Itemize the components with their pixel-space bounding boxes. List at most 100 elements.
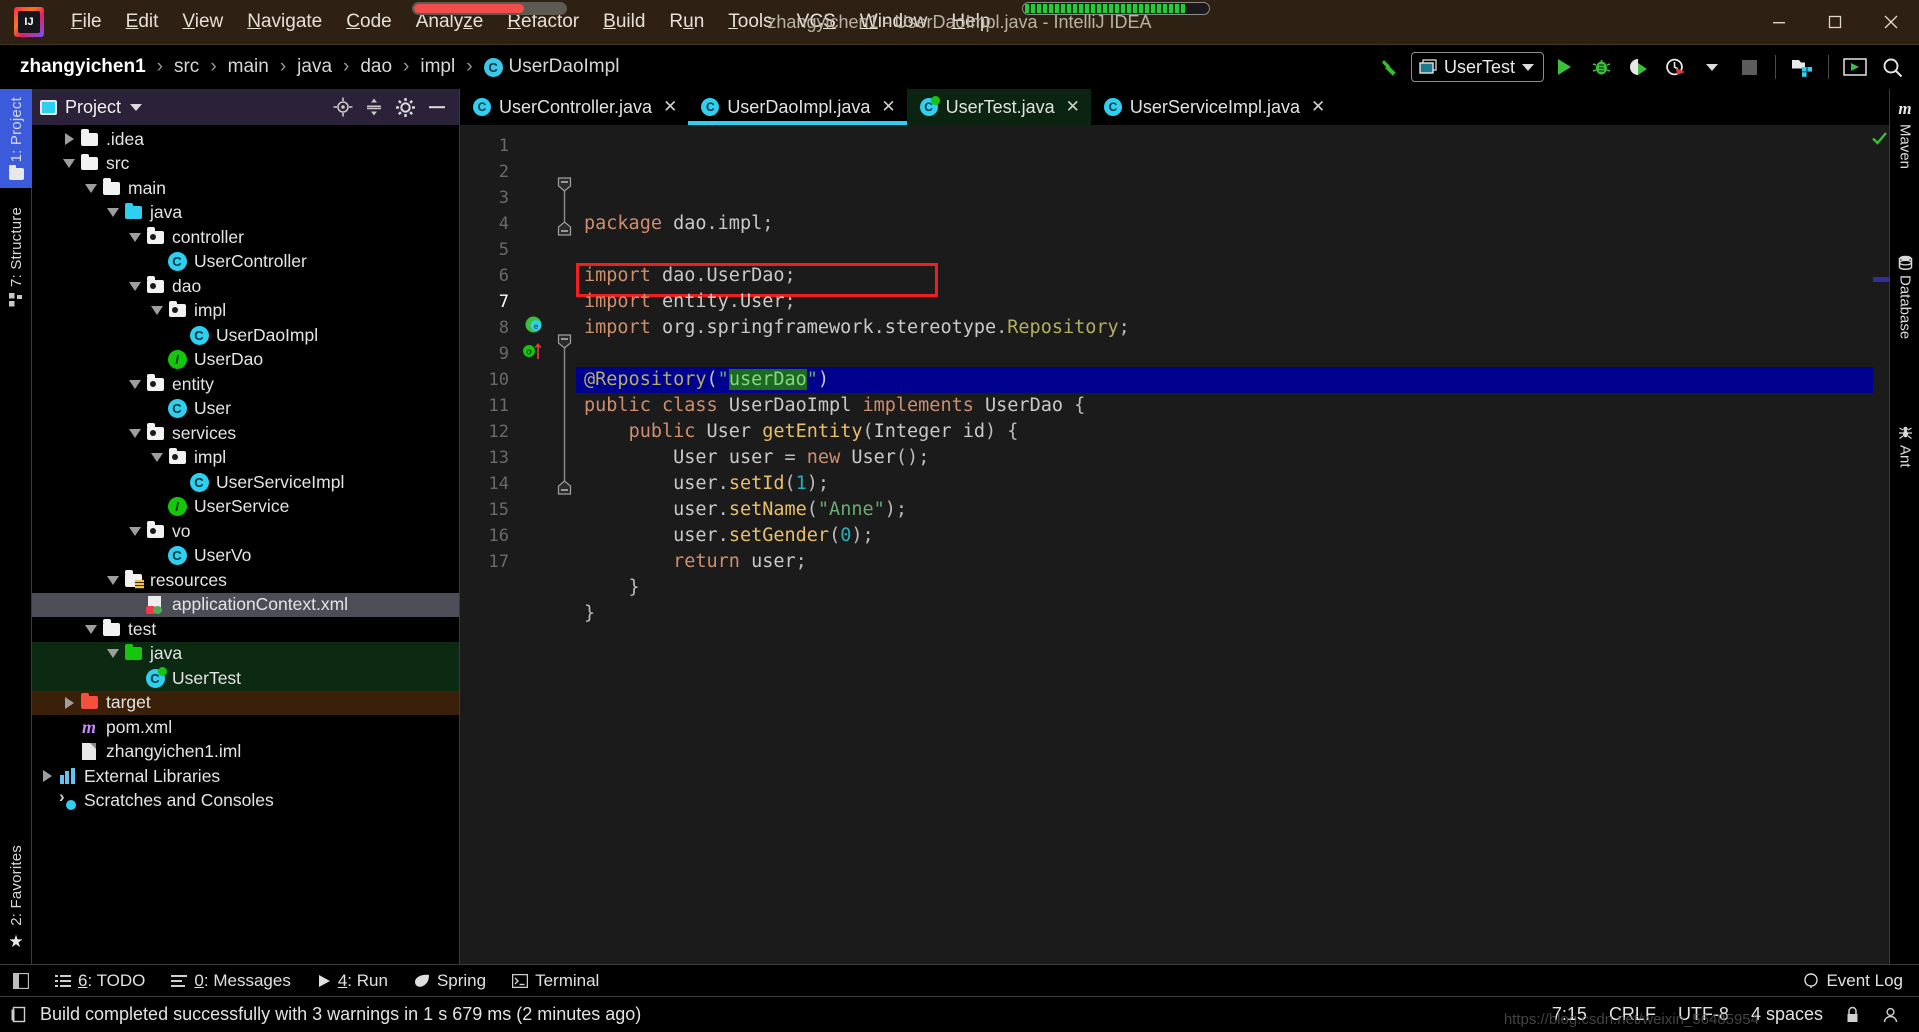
tree-item-scratches-and-consoles[interactable]: Scratches and Consoles bbox=[32, 787, 459, 814]
editor-markup-rail[interactable] bbox=[1872, 125, 1889, 964]
menu-edit[interactable]: Edit bbox=[115, 6, 170, 38]
code-line[interactable]: public User getEntity(Integer id) { bbox=[576, 419, 1873, 445]
tool-window-spring[interactable]: Spring bbox=[401, 969, 499, 993]
tree-item-zhangyichen1-iml[interactable]: zhangyichen1.iml bbox=[32, 740, 459, 765]
breadcrumb-dao[interactable]: dao bbox=[354, 54, 398, 80]
collapse-all-icon[interactable] bbox=[364, 97, 384, 117]
code-editor[interactable]: 1 2 3 4 5 6 7 8 9 10 11 12 13 14 15 16 17 e bbox=[460, 125, 1889, 964]
editor-tab-usercontroller[interactable]: C UserController.java ✕ bbox=[460, 89, 688, 125]
update-app-icon[interactable] bbox=[1838, 50, 1872, 84]
chevron-down-icon[interactable] bbox=[82, 624, 100, 634]
tree-item-userdaoimpl[interactable]: C UserDaoImpl bbox=[32, 323, 459, 348]
tree-item-entity[interactable]: entity bbox=[32, 372, 459, 397]
tree-item-uservo[interactable]: C UserVo bbox=[32, 544, 459, 569]
tree-item-userserviceimpl[interactable]: C UserServiceImpl bbox=[32, 470, 459, 495]
tree-item-main[interactable]: main bbox=[32, 176, 459, 201]
close-tab-icon[interactable]: ✕ bbox=[1066, 97, 1080, 117]
chevron-down-icon[interactable] bbox=[82, 183, 100, 193]
tree-item-impl[interactable]: impl bbox=[32, 299, 459, 324]
tree-item-dao[interactable]: dao bbox=[32, 274, 459, 299]
breadcrumb-project[interactable]: zhangyichen1 bbox=[14, 54, 152, 80]
search-everywhere-icon[interactable] bbox=[1875, 50, 1909, 84]
line-separator[interactable]: CRLF bbox=[1609, 1004, 1656, 1025]
code-line[interactable]: } bbox=[576, 575, 1873, 601]
indent-setting[interactable]: 4 spaces bbox=[1751, 1004, 1823, 1025]
menu-vcs[interactable]: VCS bbox=[786, 6, 847, 38]
menu-view[interactable]: View bbox=[171, 6, 234, 38]
sidebar-item-structure[interactable]: 7: Structure bbox=[0, 199, 32, 315]
tree-item-applicationcontext-xml[interactable]: applicationContext.xml bbox=[32, 592, 459, 617]
tree-item-test[interactable]: test bbox=[32, 617, 459, 642]
close-tab-icon[interactable]: ✕ bbox=[881, 97, 895, 117]
gutter-icons[interactable]: e o bbox=[518, 125, 552, 964]
menu-navigate[interactable]: Navigate bbox=[236, 6, 333, 38]
breadcrumb-file[interactable]: C UserDaoImpl bbox=[478, 54, 626, 80]
project-view-chevron-down-icon[interactable] bbox=[130, 103, 143, 111]
menu-run[interactable]: Run bbox=[658, 6, 715, 38]
chevron-down-icon[interactable] bbox=[148, 453, 166, 463]
code-content[interactable]: package dao.impl; import dao.UserDao; impo… bbox=[576, 125, 1873, 964]
tree-item-usertest[interactable]: C UserTest bbox=[32, 666, 459, 691]
chevron-down-icon[interactable] bbox=[126, 281, 144, 291]
code-line[interactable]: package dao.impl; bbox=[576, 211, 1873, 237]
code-line[interactable]: import org.springframework.stereotype.Re… bbox=[576, 315, 1873, 341]
hide-window-icon[interactable] bbox=[427, 97, 447, 117]
breadcrumb-impl[interactable]: impl bbox=[414, 54, 461, 80]
chevron-down-icon[interactable] bbox=[104, 649, 122, 659]
caret-position[interactable]: 7:15 bbox=[1552, 1004, 1587, 1025]
chevron-right-icon[interactable] bbox=[60, 696, 78, 709]
tool-window-terminal[interactable]: Terminal bbox=[499, 969, 612, 993]
tree-item-pom-xml[interactable]: m pom.xml bbox=[32, 715, 459, 740]
breadcrumb-src[interactable]: src bbox=[168, 54, 205, 80]
implementing-method-icon[interactable]: o bbox=[522, 341, 544, 361]
sidebar-item-favorites[interactable]: 2: Favorites ★ bbox=[0, 837, 32, 960]
code-line[interactable]: } bbox=[576, 601, 1873, 627]
project-structure-icon[interactable] bbox=[1785, 50, 1819, 84]
fold-marker-method[interactable] bbox=[557, 334, 572, 499]
tool-window-run[interactable]: 4: Run bbox=[304, 969, 401, 993]
chevron-down-icon[interactable] bbox=[126, 232, 144, 242]
chevron-down-icon[interactable] bbox=[104, 575, 122, 585]
menu-code[interactable]: Code bbox=[335, 6, 402, 38]
menu-build[interactable]: Build bbox=[592, 6, 656, 38]
event-log-button[interactable]: Event Log bbox=[1803, 971, 1919, 991]
code-line[interactable]: user.setName("Anne"); bbox=[576, 497, 1873, 523]
chevron-down-icon[interactable] bbox=[104, 208, 122, 218]
tree-item-idea[interactable]: .idea bbox=[32, 127, 459, 152]
minimize-button[interactable] bbox=[1751, 0, 1807, 45]
lock-icon[interactable] bbox=[1845, 1006, 1860, 1023]
code-line[interactable] bbox=[576, 237, 1873, 263]
code-line[interactable]: User user = new User(); bbox=[576, 445, 1873, 471]
build-hammer-icon[interactable] bbox=[1374, 50, 1408, 84]
chevron-down-icon[interactable] bbox=[126, 379, 144, 389]
notification-icon[interactable] bbox=[1882, 1006, 1899, 1023]
chevron-down-icon[interactable] bbox=[126, 428, 144, 438]
code-line[interactable]: @Repository("userDao") bbox=[576, 367, 1873, 393]
close-tab-icon[interactable]: ✕ bbox=[663, 97, 677, 117]
run-configuration-selector[interactable]: UserTest bbox=[1410, 52, 1544, 82]
inspection-ok-icon[interactable] bbox=[1872, 131, 1887, 146]
close-tab-icon[interactable]: ✕ bbox=[1311, 97, 1325, 117]
maximize-button[interactable] bbox=[1807, 0, 1863, 45]
sidebar-item-database[interactable]: Database bbox=[1890, 249, 1919, 345]
file-encoding[interactable]: UTF-8 bbox=[1678, 1004, 1729, 1025]
tree-item-java[interactable]: java bbox=[32, 641, 459, 666]
editor-tab-userserviceimpl[interactable]: C UserServiceImpl.java ✕ bbox=[1091, 89, 1336, 125]
chevron-down-icon[interactable] bbox=[148, 306, 166, 316]
code-line[interactable]: user.setGender(0); bbox=[576, 523, 1873, 549]
sidebar-item-maven[interactable]: m Maven bbox=[1890, 93, 1919, 175]
menu-tools[interactable]: Tools bbox=[717, 6, 783, 38]
code-line[interactable]: import dao.UserDao; bbox=[576, 263, 1873, 289]
code-line[interactable] bbox=[576, 627, 1873, 653]
tree-item-impl[interactable]: impl bbox=[32, 446, 459, 471]
chevron-down-icon[interactable] bbox=[126, 526, 144, 536]
tree-item-target[interactable]: target bbox=[32, 690, 459, 715]
tree-item-external-libraries[interactable]: External Libraries bbox=[32, 764, 459, 789]
tree-item-controller[interactable]: controller bbox=[32, 225, 459, 250]
editor-tab-usertest[interactable]: C UserTest.java ✕ bbox=[906, 89, 1091, 125]
tree-item-src[interactable]: src bbox=[32, 152, 459, 177]
tree-item-userservice[interactable]: I UserService bbox=[32, 495, 459, 520]
code-line[interactable]: public class UserDaoImpl implements User… bbox=[576, 393, 1873, 419]
profile-dropdown-icon[interactable] bbox=[1695, 50, 1729, 84]
tree-item-userdao[interactable]: I UserDao bbox=[32, 348, 459, 373]
